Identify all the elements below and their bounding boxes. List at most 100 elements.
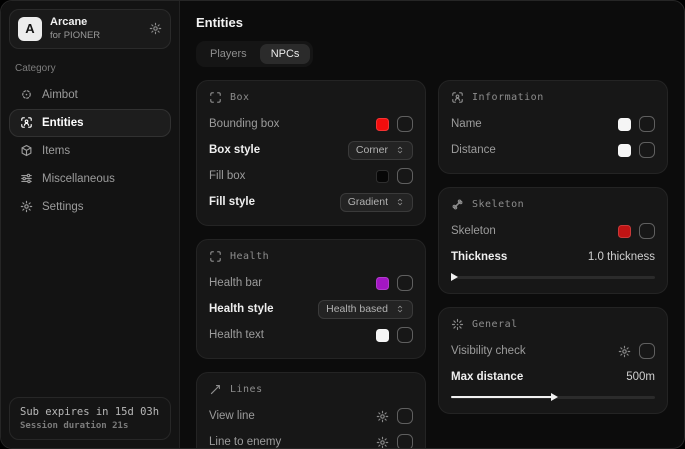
row-label: Health bar (209, 277, 262, 289)
gear-icon[interactable] (376, 436, 389, 449)
brand-logo: A (18, 17, 42, 41)
main-content: Entities PlayersNPCs BoxBounding boxBox … (180, 1, 684, 448)
unfold-icon (395, 304, 405, 314)
card-header: General (451, 318, 655, 331)
checkbox-view-line[interactable] (397, 408, 413, 424)
crosshair-icon (20, 88, 33, 101)
sidebar-item-entities[interactable]: Entities (9, 109, 171, 137)
card-columns: Box Bounding box Box style Corner Fill box Fi… (196, 80, 668, 448)
sidebar-item-miscellaneous[interactable]: Miscellaneous (9, 165, 171, 193)
slider-track (451, 276, 655, 279)
sidebar: A Arcane for PIONER Category Aimbot Entit… (1, 1, 180, 448)
card-header: Information (451, 91, 655, 104)
checkbox-bounding-box[interactable] (397, 116, 413, 132)
frame-icon (209, 250, 222, 263)
slider-max-distance[interactable] (451, 392, 655, 402)
row-label: Health text (209, 329, 264, 341)
select-fill-style[interactable]: Gradient (340, 193, 413, 212)
row-label: Bounding box (209, 118, 279, 130)
card-column: Box Bounding box Box style Corner Fill box Fi… (196, 80, 426, 448)
sidebar-nav: Aimbot EntitiesItems Miscellaneous Settings (9, 81, 171, 221)
sidebar-item-items[interactable]: Items (9, 137, 171, 165)
row-distance: Distance (451, 138, 655, 162)
checkbox-health-text[interactable] (397, 327, 413, 343)
row-label: Visibility check (451, 345, 526, 357)
bone-icon (451, 198, 464, 211)
tab-players[interactable]: Players (199, 44, 258, 64)
sliders-icon (20, 172, 33, 185)
row-bounding-box: Bounding box (209, 112, 413, 136)
color-swatch[interactable] (376, 170, 389, 183)
entity-scan-icon (20, 116, 33, 129)
row-label: Thickness (451, 251, 507, 263)
select-value: Gradient (348, 196, 388, 208)
entity-scan-icon (451, 91, 464, 104)
card-health: Health Health bar Health style Health based… (196, 239, 426, 359)
select-box-style[interactable]: Corner (348, 141, 413, 160)
slider-thumb[interactable] (451, 273, 458, 281)
sidebar-item-label: Settings (42, 201, 84, 213)
gear-icon[interactable] (149, 22, 162, 35)
row-label: View line (209, 410, 255, 422)
card-title: Information (472, 92, 544, 103)
card-skeleton: Skeleton Skeleton Thickness 1.0 thickness (438, 187, 668, 294)
color-swatch[interactable] (618, 144, 631, 157)
select-value: Corner (356, 144, 388, 156)
color-swatch[interactable] (376, 118, 389, 131)
checkbox-name[interactable] (639, 116, 655, 132)
color-swatch[interactable] (376, 277, 389, 290)
sidebar-item-label: Aimbot (42, 89, 78, 101)
row-label: Line to enemy (209, 436, 281, 448)
row-label: Fill style (209, 196, 255, 208)
sidebar-item-label: Miscellaneous (42, 173, 115, 185)
color-swatch[interactable] (618, 225, 631, 238)
checkbox-line-to-enemy[interactable] (397, 434, 413, 448)
card-box: Box Bounding box Box style Corner Fill box Fi… (196, 80, 426, 226)
row-label: Skeleton (451, 225, 496, 237)
unfold-icon (395, 197, 405, 207)
select-health-style[interactable]: Health based (318, 300, 413, 319)
row-label: Name (451, 118, 482, 130)
color-swatch[interactable] (376, 329, 389, 342)
row-fill-box: Fill box (209, 164, 413, 188)
brand-title: Arcane (50, 16, 100, 30)
card-header: Skeleton (451, 198, 655, 211)
frame-icon (209, 91, 222, 104)
row-box-style: Box style Corner (209, 138, 413, 162)
card-header: Health (209, 250, 413, 263)
card-general: General Visibility check Max distance500m (438, 307, 668, 414)
slider-thumb[interactable] (551, 393, 558, 401)
row-label: Box style (209, 144, 260, 156)
checkbox-visibility-check[interactable] (639, 343, 655, 359)
card-title: Box (230, 92, 250, 103)
row-name: Name (451, 112, 655, 136)
slider-value: 1.0 thickness (588, 251, 655, 263)
brand-subtitle: for PIONER (50, 30, 100, 42)
checkbox-distance[interactable] (639, 142, 655, 158)
app-window: A Arcane for PIONER Category Aimbot Entit… (0, 0, 685, 449)
slider-value: 500m (626, 371, 655, 383)
color-swatch[interactable] (618, 118, 631, 131)
card-lines: LinesView lineLine to enemy (196, 372, 426, 448)
card-header: Box (209, 91, 413, 104)
row-visibility-check: Visibility check (451, 339, 655, 363)
row-max-distance: Max distance500m (451, 365, 655, 389)
checkbox-health-bar[interactable] (397, 275, 413, 291)
gear-icon[interactable] (618, 345, 631, 358)
sidebar-item-aimbot[interactable]: Aimbot (9, 81, 171, 109)
brand-card: A Arcane for PIONER (9, 9, 171, 49)
tab-label: Players (210, 48, 247, 60)
checkbox-skeleton[interactable] (639, 223, 655, 239)
sub-expiry-text: Sub expires in 15d 03h (20, 406, 160, 418)
row-view-line: View line (209, 404, 413, 428)
tab-label: NPCs (271, 48, 300, 60)
slider-thickness[interactable] (451, 272, 655, 282)
row-label: Health style (209, 303, 274, 315)
burst-icon (451, 318, 464, 331)
checkbox-fill-box[interactable] (397, 168, 413, 184)
sidebar-item-settings[interactable]: Settings (9, 193, 171, 221)
category-label: Category (15, 63, 165, 74)
gear-icon[interactable] (376, 410, 389, 423)
tab-npcs[interactable]: NPCs (260, 44, 311, 64)
card-title: General (472, 319, 518, 330)
